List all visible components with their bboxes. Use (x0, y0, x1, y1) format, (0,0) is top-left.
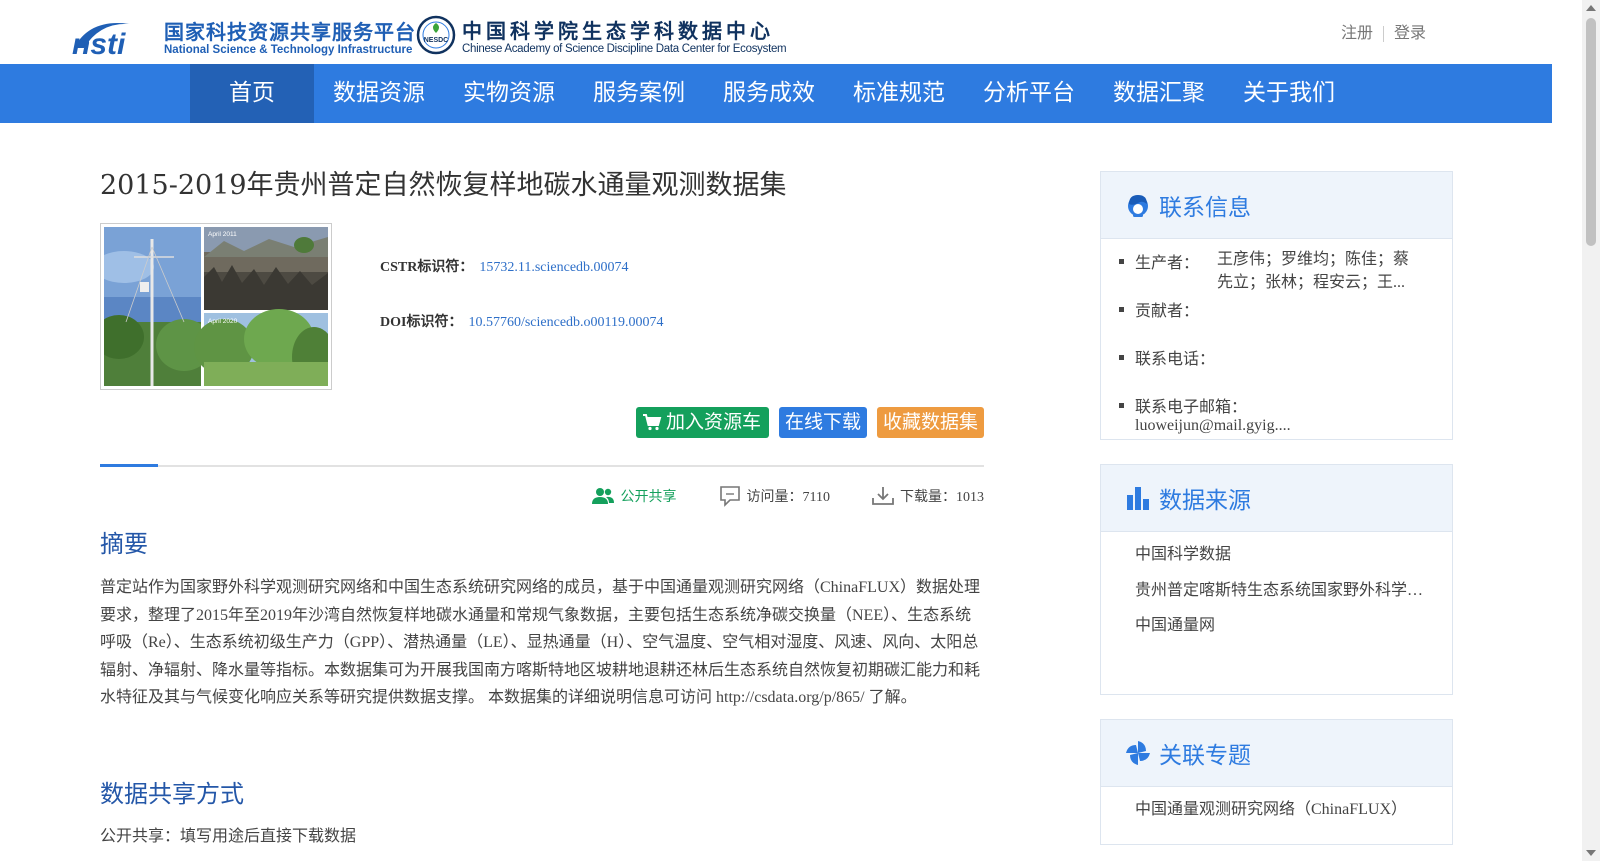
dataset-thumbnail[interactable]: April 2011 April 2020 (100, 223, 332, 390)
svg-text:NESDC: NESDC (424, 37, 449, 44)
producer-item: 生产者： 王彦伟；罗维均；陈佳；蔡先立；张林；程安云；王... (1119, 249, 1432, 297)
data-source-panel-title: 数据来源 (1159, 488, 1251, 514)
share-method-heading: 数据共享方式 (100, 780, 244, 808)
related-topic-list: 中国通量观测研究网络（ChinaFLUX） (1101, 787, 1452, 833)
nav-item[interactable]: 标准规范 (834, 64, 964, 123)
email-item: 联系电子邮箱：luoweijun@mail.gyig.... (1119, 393, 1432, 435)
downloads-text: 下载量：1013 (900, 490, 984, 505)
producer-label: 生产者： (1135, 255, 1200, 272)
contact-panel: 联系信息 生产者： 王彦伟；罗维均；陈佳；蔡先立；张林；程安云；王... 贡献者：… (1100, 171, 1453, 440)
user-service-icon (1128, 195, 1148, 217)
login-link[interactable]: 登录 (1394, 23, 1426, 42)
contact-list: 生产者： 王彦伟；罗维均；陈佳；蔡先立；张林；程安云；王... 贡献者： 联系电话… (1101, 239, 1452, 435)
pinwheel-icon (1126, 741, 1150, 765)
downloads-stat: 下载量：1013 (872, 485, 984, 507)
scroll-up-arrow-icon[interactable] (1586, 5, 1596, 11)
comment-icon (719, 486, 740, 507)
nesdc-logo[interactable]: NESDC 中国科学院生态学科数据中心 Chinese Academy of S… (416, 14, 816, 60)
section-tabline (100, 464, 984, 467)
related-topic-item[interactable]: 中国通量观测研究网络（ChinaFLUX） (1119, 797, 1439, 833)
online-download-button[interactable]: 在线下载 (778, 407, 867, 438)
visits-text: 访问量：7110 (746, 490, 830, 505)
add-to-cart-button[interactable]: 加入资源车 (635, 407, 769, 438)
add-to-cart-label: 加入资源车 (665, 411, 761, 433)
doi-row: DOI标识符： 10.57760/sciencedb.o00119.00074 (380, 311, 664, 366)
related-topic-panel-header: 关联专题 (1101, 720, 1452, 787)
phone-item: 联系电话： (1119, 345, 1432, 393)
dataset-actions: 加入资源车 在线下载 收藏数据集 (635, 407, 984, 438)
phone-label: 联系电话： (1135, 351, 1216, 368)
nav-item[interactable]: 服务案例 (574, 64, 704, 123)
main-nav: 首页 数据资源 实物资源 服务案例 服务成效 标准规范 分析平台 数据汇聚 关于我们 (0, 64, 1552, 123)
data-source-item[interactable]: 中国通量网 (1119, 613, 1439, 649)
nsti-logo-mark: nsti (72, 23, 130, 58)
abstract-text: 普定站作为国家野外科学观测研究网络和中国生态系统研究网络的成员，基于中国通量观测… (100, 579, 981, 706)
active-tab-indicator (100, 464, 158, 467)
scroll-down-arrow-icon[interactable] (1586, 850, 1596, 856)
page-scrollbar[interactable] (1582, 0, 1600, 861)
nsti-logo[interactable]: nsti 国家科技资源共享服务平台 National Science & Tec… (70, 14, 415, 60)
dataset-detail: 2015-2019年贵州普定自然恢复样地碳水通量观测数据集 April 2011… (100, 160, 984, 845)
nav-item[interactable]: 数据汇聚 (1094, 64, 1224, 123)
cstr-label: CSTR标识符： (380, 260, 474, 275)
contributor-label: 贡献者： (1135, 303, 1200, 320)
related-topic-panel-title: 关联专题 (1159, 743, 1251, 769)
top-header: nsti 国家科技资源共享服务平台 National Science & Tec… (0, 0, 1552, 64)
contact-panel-title: 联系信息 (1159, 195, 1251, 221)
data-source-panel: 数据来源 中国科学数据贵州普定喀斯特生态系统国家野外科学观测研究站中国通量网 (1100, 464, 1453, 695)
register-link[interactable]: 注册 (1341, 23, 1373, 42)
bar-chart-icon (1127, 487, 1149, 510)
email-label: 联系电子邮箱： (1135, 399, 1248, 416)
svg-text:nsti: nsti (72, 28, 126, 58)
users-icon (591, 488, 614, 504)
doi-value-link[interactable]: 10.57760/sciencedb.o00119.00074 (468, 315, 663, 330)
related-topic-panel: 关联专题 中国通量观测研究网络（ChinaFLUX） (1100, 719, 1453, 845)
nsti-en-name: National Science & Technology Infrastruc… (164, 44, 413, 56)
data-source-list: 中国科学数据贵州普定喀斯特生态系统国家野外科学观测研究站中国通量网 (1101, 532, 1452, 649)
data-source-item[interactable]: 中国科学数据 (1119, 542, 1439, 578)
share-method-text: 公开共享：填写用途后直接下载数据 (100, 828, 357, 845)
scrollbar-thumb[interactable] (1586, 18, 1596, 246)
svg-text:April 2020: April 2020 (208, 318, 238, 325)
data-source-item[interactable]: 贵州普定喀斯特生态系统国家野外科学观测研究站 (1119, 578, 1439, 614)
doi-label: DOI标识符： (380, 315, 463, 330)
nav-item[interactable]: 实物资源 (444, 64, 574, 123)
share-type-stat: 公开共享 (591, 485, 677, 507)
dataset-stats: 公开共享 访问量：7110 下载量：1013 (591, 485, 984, 507)
auth-links: 注册 登录 (1341, 19, 1426, 43)
cstr-value-link[interactable]: 15732.11.sciencedb.00074 (479, 260, 628, 275)
cart-icon (642, 414, 662, 431)
thumbnail-collage: April 2011 April 2020 (104, 227, 328, 386)
download-icon (872, 487, 894, 505)
nav-list: 首页 数据资源 实物资源 服务案例 服务成效 标准规范 分析平台 数据汇聚 关于我们 (190, 64, 1354, 123)
nav-item[interactable]: 数据资源 (314, 64, 444, 123)
dataset-identifiers: CSTR标识符： 15732.11.sciencedb.00074 DOI标识符：… (380, 256, 664, 366)
nav-item[interactable]: 服务成效 (704, 64, 834, 123)
share-type-text: 公开共享 (620, 490, 677, 505)
producer-value: 王彦伟；罗维均；陈佳；蔡先立；张林；程安云；王... (1217, 251, 1410, 291)
data-source-panel-header: 数据来源 (1101, 465, 1452, 532)
svg-text:April 2011: April 2011 (208, 231, 237, 238)
email-value[interactable]: luoweijun@mail.gyig.... (1135, 417, 1303, 435)
auth-divider (1382, 25, 1384, 42)
nav-item[interactable]: 首页 (190, 64, 314, 123)
nsti-cn-name: 国家科技资源共享服务平台 (164, 20, 416, 44)
nesdc-en-name: Chinese Academy of Science Discipline Da… (462, 43, 787, 55)
nav-item[interactable]: 分析平台 (964, 64, 1094, 123)
nesdc-cn-name: 中国科学院生态学科数据中心 (462, 19, 774, 43)
nesdc-badge-icon: NESDC (416, 15, 456, 55)
nav-item[interactable]: 关于我们 (1224, 64, 1354, 123)
contributor-item: 贡献者： (1119, 297, 1432, 345)
cstr-row: CSTR标识符： 15732.11.sciencedb.00074 (380, 256, 664, 311)
dataset-title: 2015-2019年贵州普定自然恢复样地碳水通量观测数据集 (100, 170, 787, 201)
contact-panel-header: 联系信息 (1101, 172, 1452, 239)
visits-stat: 访问量：7110 (719, 485, 830, 507)
abstract-heading: 摘要 (100, 530, 148, 558)
favorite-dataset-button[interactable]: 收藏数据集 (876, 407, 984, 438)
